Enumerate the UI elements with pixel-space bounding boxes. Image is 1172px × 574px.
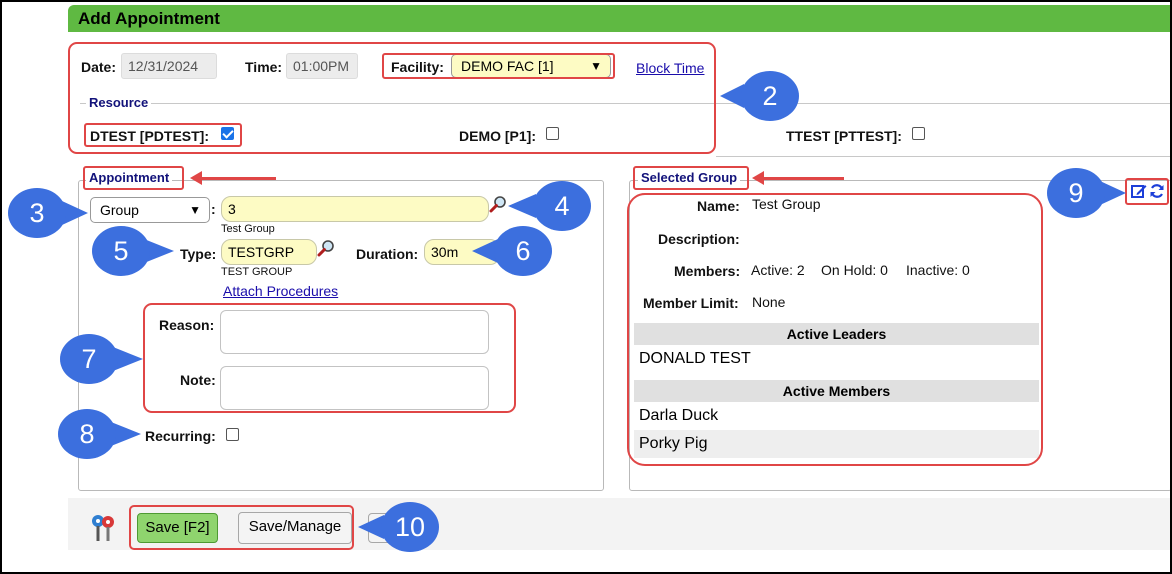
highlight-group-details [627, 193, 1043, 466]
callout-4: 4 [533, 181, 591, 231]
arrow-appointment [190, 171, 276, 185]
highlight-appointment-legend [83, 166, 184, 190]
highlight-dtest [84, 123, 242, 147]
keys-icon[interactable] [89, 512, 117, 544]
duration-label: Duration: [356, 246, 419, 262]
appointment-kind-select[interactable]: Group ▼ [90, 197, 210, 223]
resource-ttest-label: TTEST [PTTEST]: [786, 128, 902, 144]
type-label: Type: [180, 246, 217, 262]
callout-5: 5 [92, 226, 150, 276]
arrow-selected-group [752, 171, 844, 185]
recurring-label: Recurring: [145, 428, 216, 444]
resource-bottom-edge [716, 156, 1172, 157]
type-field[interactable]: TESTGRP [221, 239, 317, 265]
kind-colon: : [211, 201, 216, 217]
type-name-text: TEST GROUP [221, 266, 293, 278]
highlight-facility [382, 53, 615, 79]
group-id-field[interactable]: 3 [221, 196, 489, 222]
highlight-save-buttons [129, 505, 354, 550]
callout-6: 6 [494, 226, 552, 276]
resource-ttest-checkbox[interactable] [912, 127, 925, 140]
callout-9: 9 [1047, 168, 1105, 218]
group-name-text: Test Group [221, 223, 275, 235]
highlight-reason-note [143, 303, 516, 413]
callout-8: 8 [58, 409, 116, 459]
callout-3: 3 [8, 188, 66, 238]
highlight-edit-refresh [1125, 178, 1169, 205]
magnifier-icon[interactable] [317, 239, 335, 257]
chevron-down-icon: ▼ [189, 203, 201, 217]
highlight-selected-group-legend [633, 166, 749, 190]
callout-7: 7 [60, 334, 118, 384]
recurring-checkbox[interactable] [226, 428, 239, 441]
callout-2: 2 [741, 71, 799, 121]
callout-10: 10 [381, 502, 439, 552]
attach-procedures-link[interactable]: Attach Procedures [223, 283, 338, 299]
callout-4-pointer [508, 194, 536, 218]
magnifier-icon[interactable] [489, 195, 507, 213]
appointment-kind-value: Group [100, 202, 139, 218]
page-title: Add Appointment [68, 5, 1170, 32]
